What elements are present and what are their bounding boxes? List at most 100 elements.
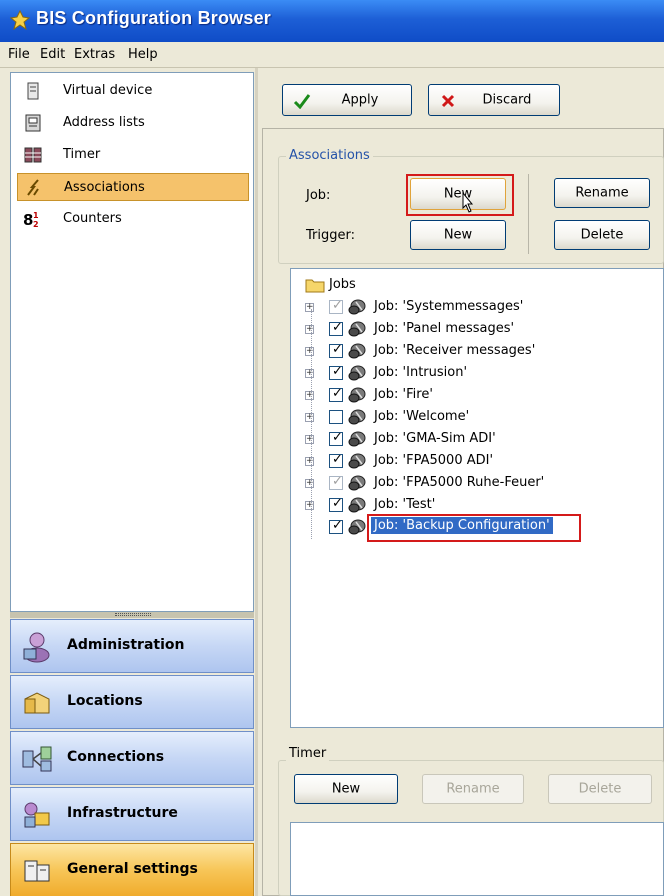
pane-splitter[interactable] [10,612,254,618]
menu-extras[interactable]: Extras [74,47,115,62]
trigger-new-button[interactable]: New [410,220,506,250]
job-checkbox[interactable]: ✓ [329,320,343,336]
nav-label: Locations [67,693,143,709]
job-tree-item[interactable]: + ✓ Job: 'Panel messages' [291,319,661,341]
group-divider [528,174,529,254]
job-checkbox[interactable]: ✓ [329,364,343,380]
job-tree-item[interactable]: + Job: 'Welcome' [291,407,661,429]
splitter-grip [115,613,151,616]
discard-button[interactable]: Discard [428,84,560,116]
timer-delete-button[interactable]: Delete [548,774,652,804]
job-checkbox[interactable]: ✓ [329,496,343,512]
job-tree-item[interactable]: + ✓ Job: 'GMA-Sim ADI' [291,429,661,451]
job-label: Job: 'Test' [374,497,436,512]
job-tree-item[interactable]: + ✓ Job: 'Fire' [291,385,661,407]
job-label: Job: 'Receiver messages' [374,343,536,358]
sidebar-tree: Virtual device Address lists Timer Assoc… [10,72,254,612]
address-list-icon [25,114,41,132]
check-mark-icon: ✓ [332,320,343,335]
expand-icon[interactable]: + [305,501,314,510]
check-mark-icon: ✓ [332,474,343,489]
menu-help[interactable]: Help [128,47,158,62]
expand-icon[interactable]: + [305,479,314,488]
check-mark-icon: ✓ [332,518,343,533]
vertical-separator[interactable] [255,68,258,896]
check-mark-icon: ✓ [332,342,343,357]
sidebar-item-address-lists[interactable]: Address lists [17,109,249,137]
infrastructure-icon [24,802,50,828]
job-icon [348,519,366,535]
job-tree-item[interactable]: + ✓ Job: 'Systemmessages' [291,297,661,319]
job-checkbox[interactable]: ✓ [329,342,343,358]
timer-rename-button[interactable]: Rename [422,774,524,804]
nav-general-settings[interactable]: General settings [10,843,254,896]
job-icon [348,321,366,337]
expand-icon[interactable]: + [305,391,314,400]
expand-icon[interactable]: + [305,325,314,334]
timer-icon [24,147,42,163]
check-mark-icon: ✓ [332,452,343,467]
job-checkbox[interactable]: ✓ [329,298,343,314]
window-title: BIS Configuration Browser [36,8,272,28]
sidebar-item-timer[interactable]: Timer [17,141,249,169]
expand-icon[interactable]: + [305,303,314,312]
folder-icon [305,279,325,293]
delete-button[interactable]: Delete [554,220,650,250]
job-checkbox[interactable] [329,410,343,424]
job-checkbox[interactable]: ✓ [329,430,343,446]
expand-icon[interactable]: + [305,457,314,466]
administration-icon [23,632,50,663]
job-tree-item[interactable]: + ✓ Job: 'Receiver messages' [291,341,661,363]
job-tree-item[interactable]: + ✓ Job: 'FPA5000 ADI' [291,451,661,473]
timer-list [290,822,664,896]
job-label: Job: 'FPA5000 ADI' [374,453,494,468]
job-icon [348,453,366,469]
job-checkbox[interactable]: ✓ [329,386,343,402]
nav-infrastructure[interactable]: Infrastructure [10,787,254,841]
job-tree-item[interactable]: + ✓ Job: 'Intrusion' [291,363,661,385]
apply-button[interactable]: Apply [282,84,412,116]
sidebar-item-label: Virtual device [63,83,153,98]
job-icon [348,475,366,491]
associations-icon [27,179,39,196]
associations-title: Associations [286,148,373,163]
job-icon [348,387,366,403]
app-icon [10,10,30,30]
job-icon [348,365,366,381]
job-checkbox[interactable]: ✓ [329,518,343,534]
trigger-label: Trigger: [306,228,355,243]
check-mark-icon: ✓ [332,298,343,313]
job-label: Job: 'Welcome' [374,409,470,424]
expand-icon[interactable]: + [305,435,314,444]
sidebar-item-associations[interactable]: Associations [17,173,249,201]
check-mark-icon: ✓ [332,386,343,401]
job-checkbox[interactable]: ✓ [329,452,343,468]
rename-button[interactable]: Rename [554,178,650,208]
nav-label: Connections [67,749,165,765]
job-icon [348,299,366,315]
check-mark-icon: ✓ [332,364,343,379]
svg-text:8: 8 [23,211,33,228]
svg-text:2: 2 [33,220,39,228]
sidebar-item-label: Counters [63,211,122,226]
nav-administration[interactable]: Administration [10,619,254,673]
nav-locations[interactable]: Locations [10,675,254,729]
tree-guide-line [311,309,312,539]
job-icon [348,497,366,513]
tree-root-jobs[interactable]: Jobs [291,275,661,297]
sidebar-item-label: Associations [64,180,145,195]
timer-new-button[interactable]: New [294,774,398,804]
expand-icon[interactable]: + [305,413,314,422]
sidebar-item-virtual-device[interactable]: Virtual device [17,77,249,105]
menu-file[interactable]: File [8,47,30,62]
job-checkbox[interactable]: ✓ [329,474,343,490]
device-icon [27,82,39,100]
expand-icon[interactable]: + [305,369,314,378]
job-icon [348,343,366,359]
job-tree-item[interactable]: + ✓ Job: 'FPA5000 Ruhe-Feuer' [291,473,661,495]
sidebar-item-counters[interactable]: 8 1 2 Counters [17,205,249,233]
nav-connections[interactable]: Connections [10,731,254,785]
expand-icon[interactable]: + [305,347,314,356]
menu-edit[interactable]: Edit [40,47,65,62]
jobs-tree: Jobs + ✓ Job: 'Systemmessages' + ✓ Job: 'Pane… [290,268,664,728]
